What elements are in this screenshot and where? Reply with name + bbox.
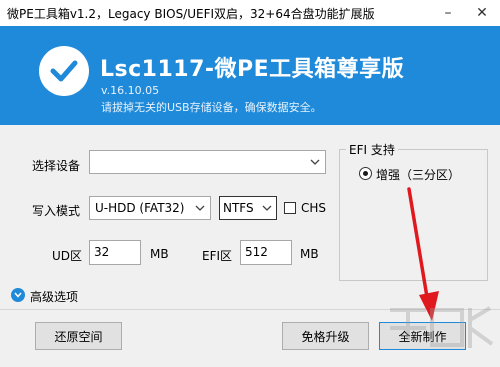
close-button[interactable]: ✕ [464,0,500,26]
ud-label: UD区 [52,249,83,263]
advanced-options-label[interactable]: 高级选项 [30,288,78,305]
efi-enhanced-label: 增强（三分区） [376,168,461,182]
chevron-down-icon [14,292,22,298]
minimize-button[interactable]: – [430,0,466,26]
restore-space-button[interactable]: 还原空间 [35,322,122,350]
minimize-icon: – [444,5,452,21]
checkmark-icon [50,60,78,82]
write-mode-label: 写入模式 [32,204,81,218]
filesystem-select[interactable]: NTFS [219,196,277,220]
efi-size-value: 512 [245,245,268,259]
chevron-down-icon [262,205,272,211]
watermark-logo [390,306,494,348]
chs-checkbox[interactable] [284,202,296,214]
efi-size-input[interactable]: 512 [240,240,292,265]
filesystem-value: NTFS [223,201,254,215]
upgrade-button[interactable]: 免格升级 [282,322,369,350]
logo [39,46,89,96]
app-window: 微PE工具箱v1.2，Legacy BIOS/UEFI双启，32+64合盘功能扩… [0,0,500,367]
close-icon: ✕ [476,5,488,21]
app-title: Lsc1117-微PE工具箱尊享版 [100,57,405,82]
write-mode-select[interactable]: U-HDD (FAT32) [89,196,211,220]
efi-enhanced-radio[interactable] [359,167,372,180]
device-select[interactable] [89,150,326,174]
chs-label: CHS [301,201,327,215]
device-label: 选择设备 [32,159,81,173]
write-mode-value: U-HDD (FAT32) [95,201,185,215]
window-title: 微PE工具箱v1.2，Legacy BIOS/UEFI双启，32+64合盘功能扩… [7,7,375,21]
version-text: v.16.10.05 [101,84,160,97]
efi-unit: MB [300,247,319,261]
title-bar: 微PE工具箱v1.2，Legacy BIOS/UEFI双启，32+64合盘功能扩… [0,0,500,26]
ud-size-input[interactable]: 32 [89,240,141,265]
ud-unit: MB [150,247,169,261]
warning-text: 请拔掉无关的USB存储设备，确保数据安全。 [101,101,322,114]
ud-size-value: 32 [94,245,110,259]
radio-selected-dot [363,171,368,176]
chevron-down-icon [195,205,205,211]
advanced-toggle-icon[interactable] [11,288,25,302]
efi-support-title: EFI 支持 [346,141,398,158]
chevron-down-icon [310,159,320,165]
efi-label: EFI区 [202,249,233,263]
